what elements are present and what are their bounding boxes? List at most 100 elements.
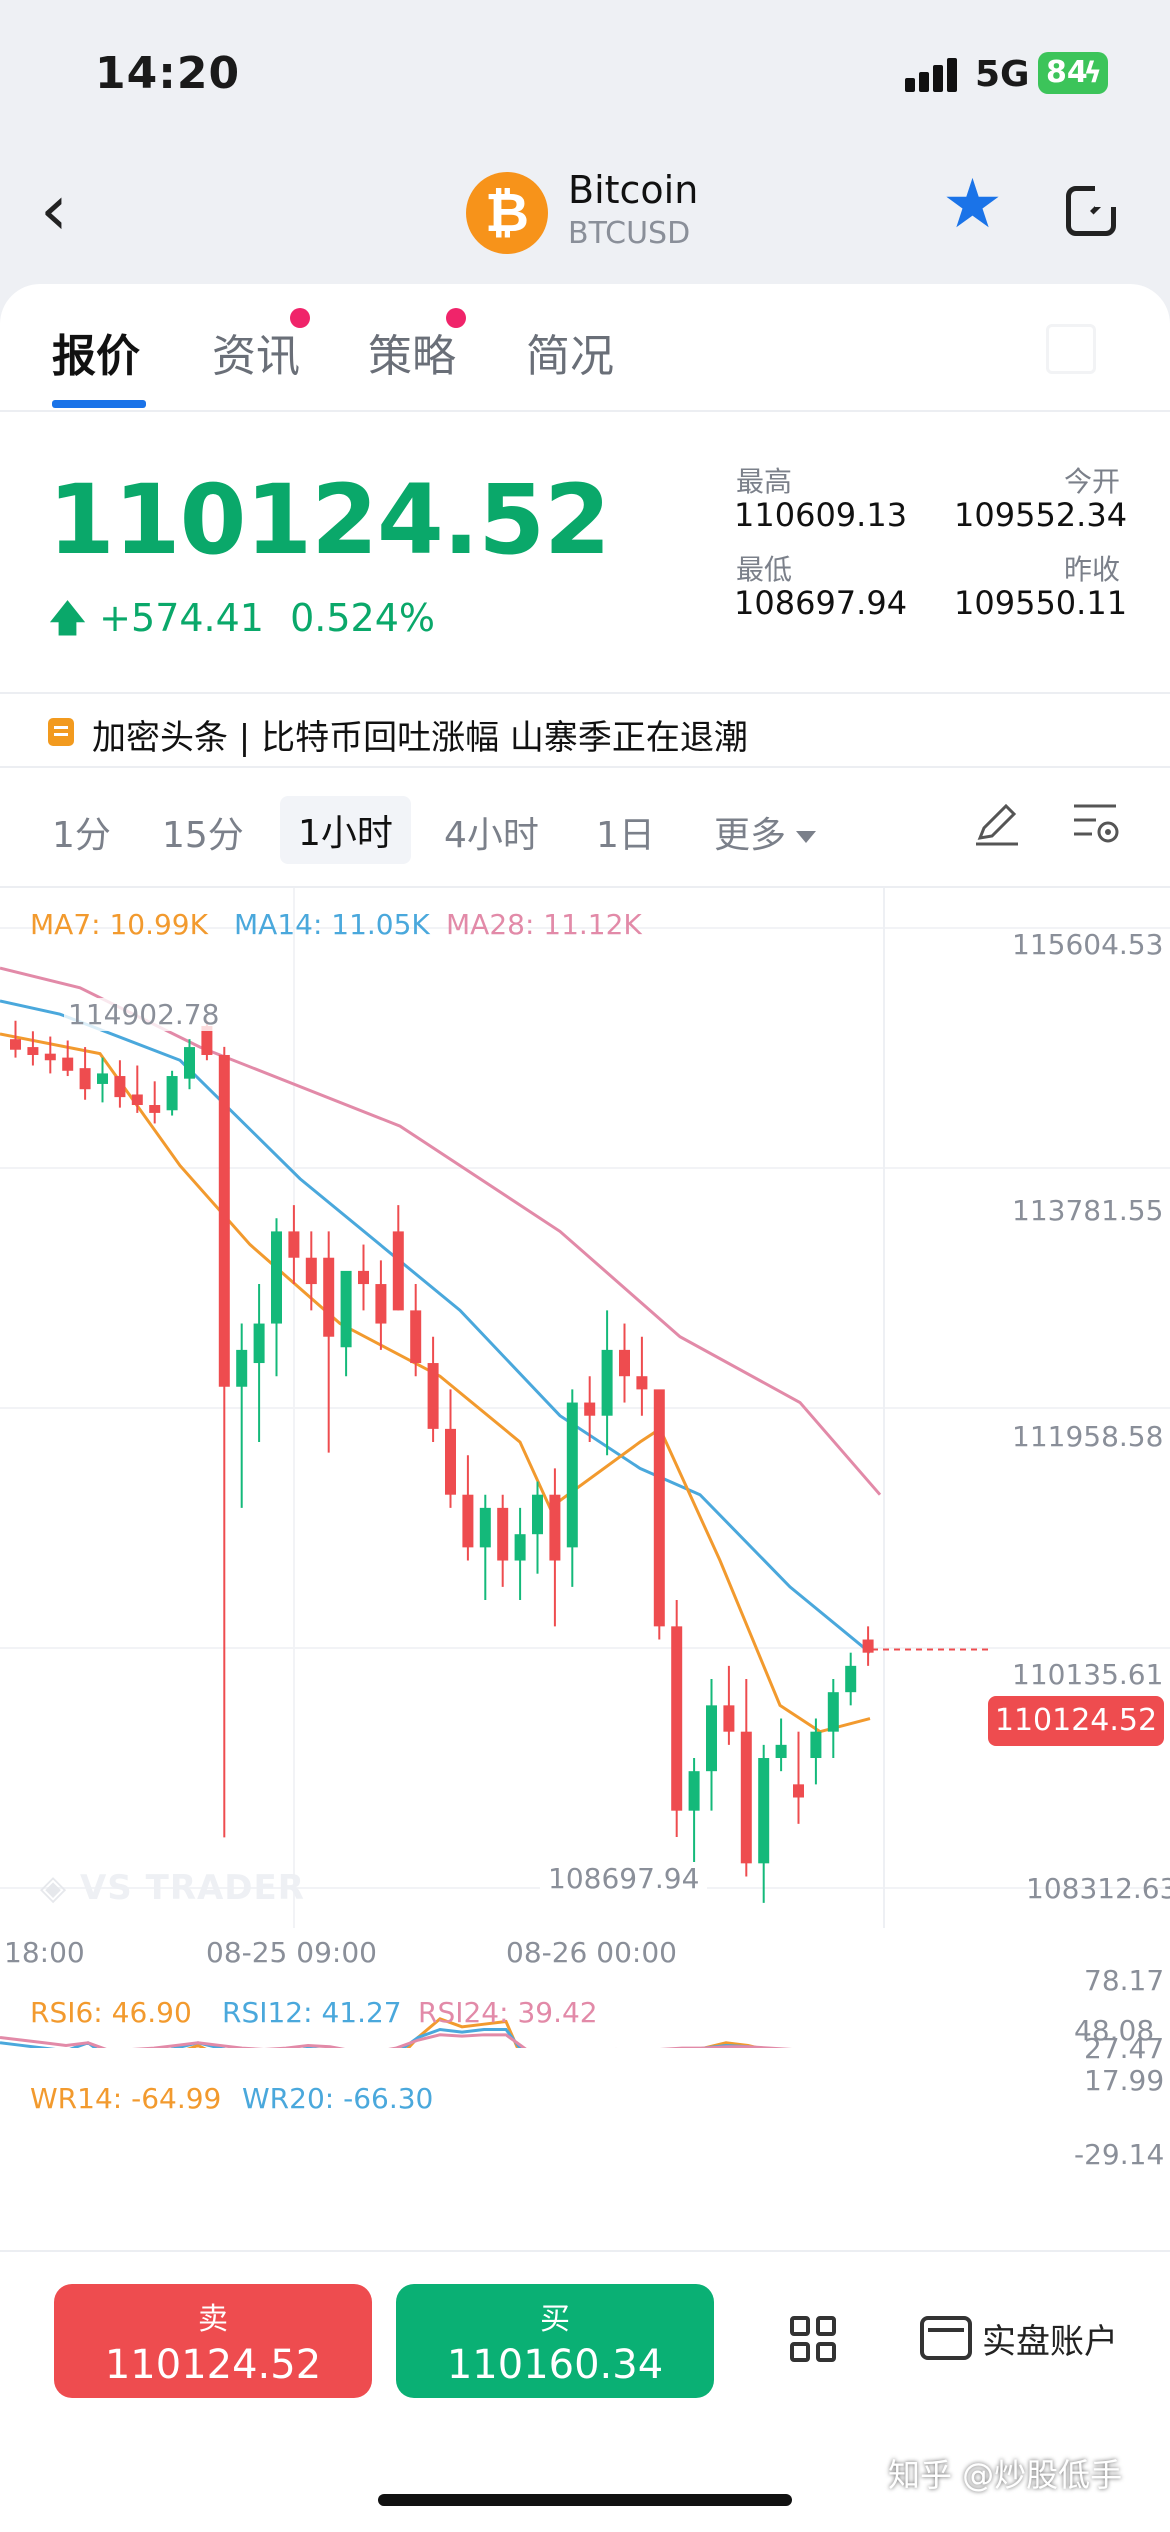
candlestick-chart[interactable]: MA7: 10.99K MA14: 11.05K MA28: 11.12K 11…	[0, 888, 1170, 2097]
candle-body	[479, 1507, 491, 1548]
rsi12-legend: RSI12: 41.27	[222, 1996, 402, 2029]
battery-level: 84	[1046, 55, 1088, 90]
back-icon[interactable]: ‹	[40, 175, 90, 250]
x-tick-2: 08-26 00:00	[506, 1936, 677, 1969]
wr-tick-1: -29.14	[1074, 2138, 1165, 2171]
interval-more-label: 更多	[714, 815, 787, 856]
candle-body	[131, 1094, 143, 1106]
trade-bar: 卖 110124.52 买 110160.34 实盘账户 知乎 @炒股低手	[0, 2250, 1170, 2532]
candle-body	[358, 1270, 369, 1285]
tab-strategy[interactable]: 策略	[368, 320, 456, 384]
candle-body	[97, 1073, 108, 1084]
news-headline[interactable]: 加密头条 | 比特币回吐涨幅 山寨季正在退潮	[92, 710, 748, 759]
live-account-link[interactable]: 实盘账户	[982, 2314, 1118, 2363]
interval-more[interactable]: 更多	[714, 806, 817, 858]
interval-1m[interactable]: 1分	[52, 806, 111, 858]
bitcoin-logo-icon: ₿	[466, 172, 548, 254]
ma28-legend: MA28: 11.12K	[446, 908, 642, 941]
news-ticker[interactable]: 加密头条 | 比特币回吐涨幅 山寨季正在退潮	[0, 692, 1170, 768]
candle-body	[323, 1257, 335, 1337]
candle-body	[636, 1376, 648, 1390]
candle-body	[671, 1626, 683, 1811]
network-type: 5G	[975, 54, 1030, 95]
y-tick-4: 108312.63	[1026, 1872, 1170, 1905]
tab-more-icon[interactable]	[1046, 324, 1096, 374]
candle-body	[114, 1076, 126, 1098]
strategy-unread-dot	[446, 308, 466, 328]
low-label: 最低	[736, 553, 793, 586]
low-value: 108697.94	[734, 584, 908, 622]
sell-price: 110124.52	[104, 2342, 322, 2388]
change-percent: 0.524%	[290, 596, 435, 640]
vs-trader-logo-icon: ◈	[40, 1868, 80, 1908]
candle-body	[288, 1231, 300, 1258]
tab-news[interactable]: 资讯	[212, 320, 300, 384]
candle-body	[549, 1494, 561, 1561]
candle-body	[149, 1105, 161, 1113]
up-arrow-icon: 🡅	[48, 596, 88, 640]
candle-body	[427, 1363, 439, 1429]
active-tab-indicator	[52, 400, 146, 408]
candle-body	[584, 1402, 596, 1416]
interval-bar: 1分 15分 1小时 4小时 1日 更多	[0, 768, 1170, 888]
news-unread-dot	[290, 308, 310, 328]
open-label: 今开	[1064, 465, 1121, 498]
candle-body	[184, 1047, 195, 1079]
y-tick-3: 110135.61	[1012, 1658, 1164, 1691]
change-value: +574.41	[99, 596, 264, 640]
high-label: 最高	[736, 465, 793, 498]
wr-tick-0: 27.47	[1084, 2032, 1165, 2065]
rsi-tick-0: 78.17	[1084, 1964, 1165, 1997]
account-card-icon[interactable]	[920, 2316, 972, 2360]
candle-body	[462, 1494, 474, 1548]
price-change: 🡅 +574.41 0.524%	[48, 590, 435, 655]
share-icon[interactable]	[1066, 185, 1117, 236]
status-bar: 14:20 5G 84 ϟ	[0, 0, 1170, 150]
main-card: 报价 资讯 策略 简况 110124.52 🡅 +574.41 0.524% 最…	[0, 284, 1170, 2532]
last-price: 110124.52	[48, 464, 611, 576]
candle-body	[44, 1053, 56, 1061]
x-tick-1: 08-25 09:00	[206, 1936, 377, 1969]
buy-button[interactable]: 买 110160.34	[396, 2284, 714, 2398]
candle-body	[10, 1039, 21, 1050]
candle-body	[723, 1705, 735, 1732]
interval-15m[interactable]: 15分	[162, 806, 244, 858]
coin-name: Bitcoin	[568, 168, 699, 212]
candle-body	[445, 1428, 456, 1495]
tab-quote[interactable]: 报价	[52, 320, 140, 384]
wr14-legend: WR14: -64.99	[30, 2082, 222, 2115]
chevron-down-icon	[796, 831, 817, 843]
draw-pen-icon[interactable]	[972, 798, 1022, 848]
quote-panel: 110124.52 🡅 +574.41 0.524% 最高 110609.13 …	[0, 412, 1170, 692]
candle-body	[340, 1270, 352, 1348]
candle-body	[271, 1231, 282, 1324]
favorite-star-icon[interactable]: ★	[942, 170, 1012, 240]
candle-body	[62, 1057, 74, 1071]
candle-body	[218, 1054, 230, 1387]
candle-body	[862, 1639, 874, 1653]
chart-settings-icon[interactable]	[1070, 798, 1120, 848]
interval-1d[interactable]: 1日	[596, 806, 655, 858]
prev-close-value: 109550.11	[954, 584, 1128, 622]
candle-body	[375, 1284, 387, 1324]
rsi24-legend: RSI24: 39.42	[418, 1996, 598, 2029]
buy-price: 110160.34	[446, 2342, 664, 2388]
interval-4h[interactable]: 4小时	[444, 806, 539, 858]
candle-body	[79, 1068, 91, 1090]
grid-menu-icon[interactable]	[790, 2316, 838, 2364]
ma14-legend: MA14: 11.05K	[234, 908, 430, 941]
status-time: 14:20	[95, 48, 241, 99]
candle-body	[532, 1494, 543, 1535]
wr-indicator: 27.47 WR14: -64.99 WR20: -66.30 -29.14	[0, 2032, 1170, 2268]
sell-button[interactable]: 卖 110124.52	[54, 2284, 372, 2398]
tab-overview[interactable]: 简况	[526, 320, 614, 384]
buy-label: 买	[540, 2302, 570, 2337]
battery-icon: 84 ϟ	[1038, 52, 1108, 94]
sell-label: 卖	[198, 2302, 228, 2337]
ma28-path	[0, 966, 882, 1496]
candle-body	[706, 1705, 717, 1772]
interval-1h[interactable]: 1小时	[280, 796, 411, 864]
candle-body	[601, 1349, 613, 1416]
y-tick-2: 111958.58	[1012, 1420, 1164, 1453]
home-indicator[interactable]	[378, 2494, 792, 2506]
